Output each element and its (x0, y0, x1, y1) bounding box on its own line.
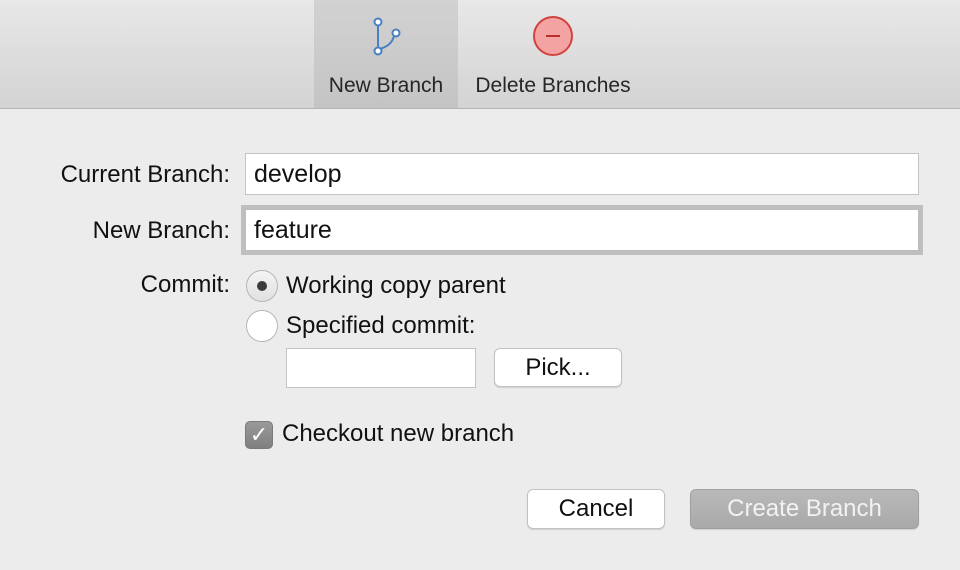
working-copy-parent-label[interactable]: Working copy parent (286, 272, 506, 300)
toolbar: New Branch Delete Branches (0, 0, 960, 109)
delete-icon (533, 16, 573, 56)
new-branch-name-label: New Branch: (92, 217, 230, 244)
current-branch-label: Current Branch: (60, 161, 230, 188)
create-branch-button[interactable]: Create Branch (690, 489, 919, 529)
branch-icon (373, 17, 401, 56)
new-branch-field[interactable]: feature (245, 209, 919, 251)
cancel-button[interactable]: Cancel (527, 489, 665, 529)
delete-branches-label: Delete Branches (475, 74, 631, 97)
delete-branches-tool[interactable]: Delete Branches (458, 0, 648, 108)
working-copy-parent-radio[interactable] (246, 270, 278, 302)
specified-commit-label[interactable]: Specified commit: (286, 312, 475, 340)
new-branch-tool[interactable]: New Branch (314, 0, 458, 108)
specified-commit-radio[interactable] (246, 310, 278, 342)
new-branch-label: New Branch (328, 74, 444, 97)
specified-commit-field[interactable] (286, 348, 476, 388)
checkout-new-branch-label[interactable]: Checkout new branch (282, 420, 514, 448)
checkout-checkbox[interactable]: ✓ (245, 421, 273, 449)
current-branch-field[interactable]: develop (245, 153, 919, 195)
commit-label: Commit: (140, 271, 230, 298)
pick-button[interactable]: Pick... (494, 348, 622, 387)
new-branch-dialog: New Branch Delete Branches Current Branc… (0, 0, 960, 570)
